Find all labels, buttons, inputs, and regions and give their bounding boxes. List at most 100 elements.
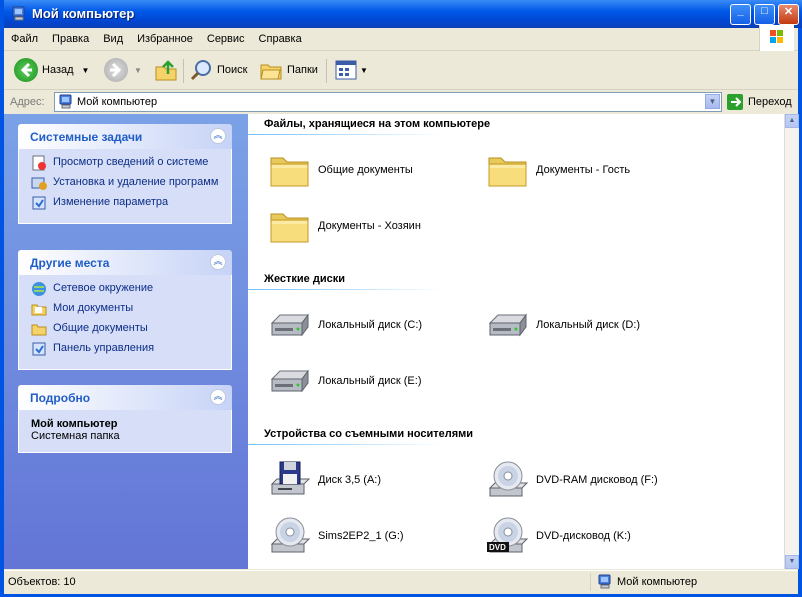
drive-item[interactable]: Локальный диск (C:)	[268, 303, 422, 347]
place-shared-documents[interactable]: Общие документы	[31, 321, 223, 337]
system-tasks-header[interactable]: Системные задачи ︽	[18, 124, 232, 149]
svg-text:DVD: DVD	[489, 543, 506, 552]
floppy-drive-icon	[268, 458, 312, 502]
address-input[interactable]: Мой компьютер ▼	[54, 92, 722, 112]
vertical-scrollbar[interactable]: ▲ ▼	[784, 114, 799, 569]
item-label: Документы - Хозяин	[318, 220, 421, 232]
task-change-setting[interactable]: Изменение параметра	[31, 195, 223, 211]
folder-item[interactable]: Общие документы	[268, 148, 413, 192]
place-control-panel[interactable]: Панель управления	[31, 341, 223, 357]
scroll-up-icon[interactable]: ▲	[785, 114, 799, 128]
details-panel: Подробно ︽ Мой компьютер Системная папка	[18, 385, 232, 453]
search-icon	[190, 60, 211, 81]
minimize-button[interactable]: _	[730, 4, 751, 25]
windows-logo	[759, 25, 794, 51]
task-label: Изменение параметра	[53, 196, 169, 208]
dvd-ram-drive-icon	[486, 458, 530, 502]
folder-icon	[486, 148, 530, 192]
window-title: Мой компьютер	[32, 6, 135, 21]
group-divider	[248, 134, 528, 135]
system-tasks-body: Просмотр сведений о системе Установка и …	[18, 149, 232, 224]
item-label: Sims2EP2_1 (G:)	[318, 530, 404, 542]
up-folder-button[interactable]	[154, 57, 178, 83]
item-label: Документы - Гость	[536, 164, 631, 176]
go-arrow-icon	[727, 94, 743, 110]
other-places-body: Сетевое окружение Мои документы Общие до…	[18, 275, 232, 370]
my-computer-icon	[58, 94, 74, 110]
task-add-remove-programs[interactable]: Установка и удаление программ	[31, 175, 223, 191]
object-count: Объектов: 10	[8, 576, 76, 588]
removable-item[interactable]: DVD DVD-дисковод (K:)	[486, 514, 631, 558]
group-divider	[248, 289, 528, 290]
content-pane: Файлы, хранящиеся на этом компьютере Общ…	[248, 114, 784, 569]
folders-label: Папки	[287, 64, 318, 76]
dvd-drive-icon: DVD	[487, 514, 530, 558]
drive-item[interactable]: Локальный диск (D:)	[486, 303, 640, 347]
task-label: Установка и удаление программ	[53, 176, 219, 188]
status-bar: Объектов: 10 Мой компьютер	[4, 570, 798, 594]
back-arrow-icon	[14, 58, 38, 82]
go-button[interactable]: Переход	[726, 93, 792, 111]
maximize-button[interactable]: □	[754, 4, 775, 25]
item-label: Локальный диск (C:)	[318, 319, 423, 331]
toolbar: Назад ▼ ▼ Поиск Папки ▼	[4, 51, 798, 90]
views-button[interactable]: ▼	[334, 57, 368, 83]
menu-edit[interactable]: Правка	[45, 28, 96, 50]
details-type: Системная папка	[31, 430, 120, 442]
menu-help[interactable]: Справка	[252, 28, 309, 50]
address-label: Адрес:	[10, 96, 45, 108]
task-label: Просмотр сведений о системе	[53, 156, 209, 168]
folder-item[interactable]: Документы - Гость	[486, 148, 630, 192]
folder-item[interactable]: Документы - Хозяин	[268, 204, 421, 248]
window: Мой компьютер _ □ ✕ Файл Правка Вид Избранн…	[0, 0, 802, 597]
go-label: Переход	[748, 96, 792, 108]
menu-favorites[interactable]: Избранное	[130, 28, 200, 50]
close-icon: ✕	[783, 6, 794, 18]
address-value: Мой компьютер	[77, 96, 158, 108]
system-tasks-panel: Системные задачи ︽ Просмотр сведений о с…	[18, 124, 232, 224]
back-button[interactable]: Назад ▼	[14, 57, 89, 83]
system-tasks-title: Системные задачи	[30, 130, 143, 144]
search-button[interactable]: Поиск	[190, 57, 247, 83]
my-computer-icon	[11, 6, 27, 22]
item-label: DVD-дисковод (K:)	[536, 530, 631, 542]
menu-tools[interactable]: Сервис	[200, 28, 252, 50]
back-dropdown-icon[interactable]: ▼	[82, 66, 90, 75]
place-network[interactable]: Сетевое окружение	[31, 281, 223, 297]
forward-dropdown-icon[interactable]: ▼	[134, 66, 142, 75]
details-header[interactable]: Подробно ︽	[18, 385, 232, 410]
other-places-header[interactable]: Другие места ︽	[18, 250, 232, 275]
up-folder-icon	[155, 60, 177, 81]
address-dropdown-icon[interactable]: ▼	[705, 94, 720, 109]
collapse-chevron-icon[interactable]: ︽	[210, 128, 226, 144]
collapse-chevron-icon[interactable]: ︽	[210, 389, 226, 405]
hard-drive-icon	[268, 359, 312, 403]
forward-arrow-icon	[104, 58, 128, 82]
removable-item[interactable]: Sims2EP2_1 (G:)	[268, 514, 404, 558]
place-my-documents[interactable]: Мои документы	[31, 301, 223, 317]
title-bar[interactable]: Мой компьютер _ □ ✕	[4, 0, 802, 28]
collapse-chevron-icon[interactable]: ︽	[210, 254, 226, 270]
place-label: Мои документы	[53, 302, 134, 314]
system-info-icon	[32, 155, 46, 171]
scroll-down-icon[interactable]: ▼	[785, 555, 799, 569]
minimize-icon: _	[737, 5, 744, 17]
drive-item[interactable]: Локальный диск (E:)	[268, 359, 422, 403]
menu-view[interactable]: Вид	[96, 28, 130, 50]
folder-icon	[268, 204, 312, 248]
item-label: Общие документы	[318, 164, 413, 176]
task-view-system-info[interactable]: Просмотр сведений о системе	[31, 155, 223, 171]
details-name: Мой компьютер	[31, 418, 118, 430]
group-header-files: Файлы, хранящиеся на этом компьютере	[264, 118, 491, 130]
folder-icon	[31, 324, 47, 336]
forward-button[interactable]: ▼	[104, 57, 142, 83]
views-icon	[335, 60, 357, 80]
menu-file[interactable]: Файл	[4, 28, 45, 50]
place-label: Общие документы	[53, 322, 148, 334]
close-button[interactable]: ✕	[778, 4, 799, 25]
removable-item[interactable]: Диск 3,5 (A:)	[268, 458, 381, 502]
folders-button[interactable]: Папки	[259, 57, 318, 83]
removable-item[interactable]: DVD-RAM дисковод (F:)	[486, 458, 658, 502]
item-label: Диск 3,5 (A:)	[318, 474, 382, 486]
my-documents-icon	[31, 304, 47, 316]
